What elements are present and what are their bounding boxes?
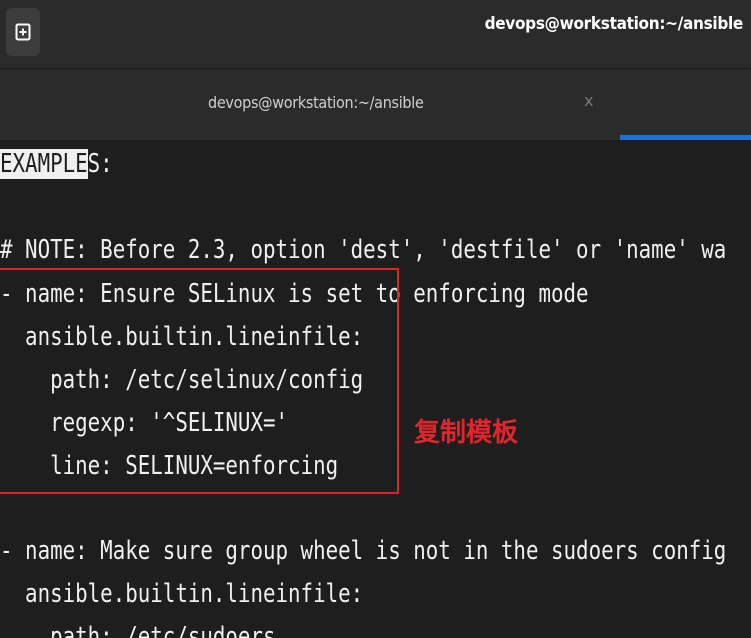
title-bar: devops@workstation:~/ansible [0,0,751,69]
annotation-label: 复制模板 [414,418,519,448]
terminal-line: path: /etc/sudoers [0,622,276,638]
new-tab-button[interactable] [6,8,40,56]
annotation-box [0,268,399,494]
tab-secondary[interactable] [620,69,751,140]
tab-bar: devops@workstation:~/ansible x [0,69,751,140]
terminal-line: EXAMPLES: [0,149,113,179]
terminal-line: # NOTE: Before 2.3, option 'dest', 'dest… [0,235,727,265]
tab-label: devops@workstation:~/ansible [208,93,424,112]
window-title: devops@workstation:~/ansible [484,14,744,34]
terminal-window: devops@workstation:~/ansible devops@work… [0,0,751,638]
new-tab-icon [15,23,31,41]
terminal-line: ansible.builtin.lineinfile: [0,579,364,609]
tab-ansible[interactable]: devops@workstation:~/ansible x [0,69,620,140]
tab-close-button[interactable]: x [584,91,593,110]
terminal-line: - name: Make sure group wheel is not in … [0,536,727,566]
search-highlight: EXAMPLE [0,149,88,179]
